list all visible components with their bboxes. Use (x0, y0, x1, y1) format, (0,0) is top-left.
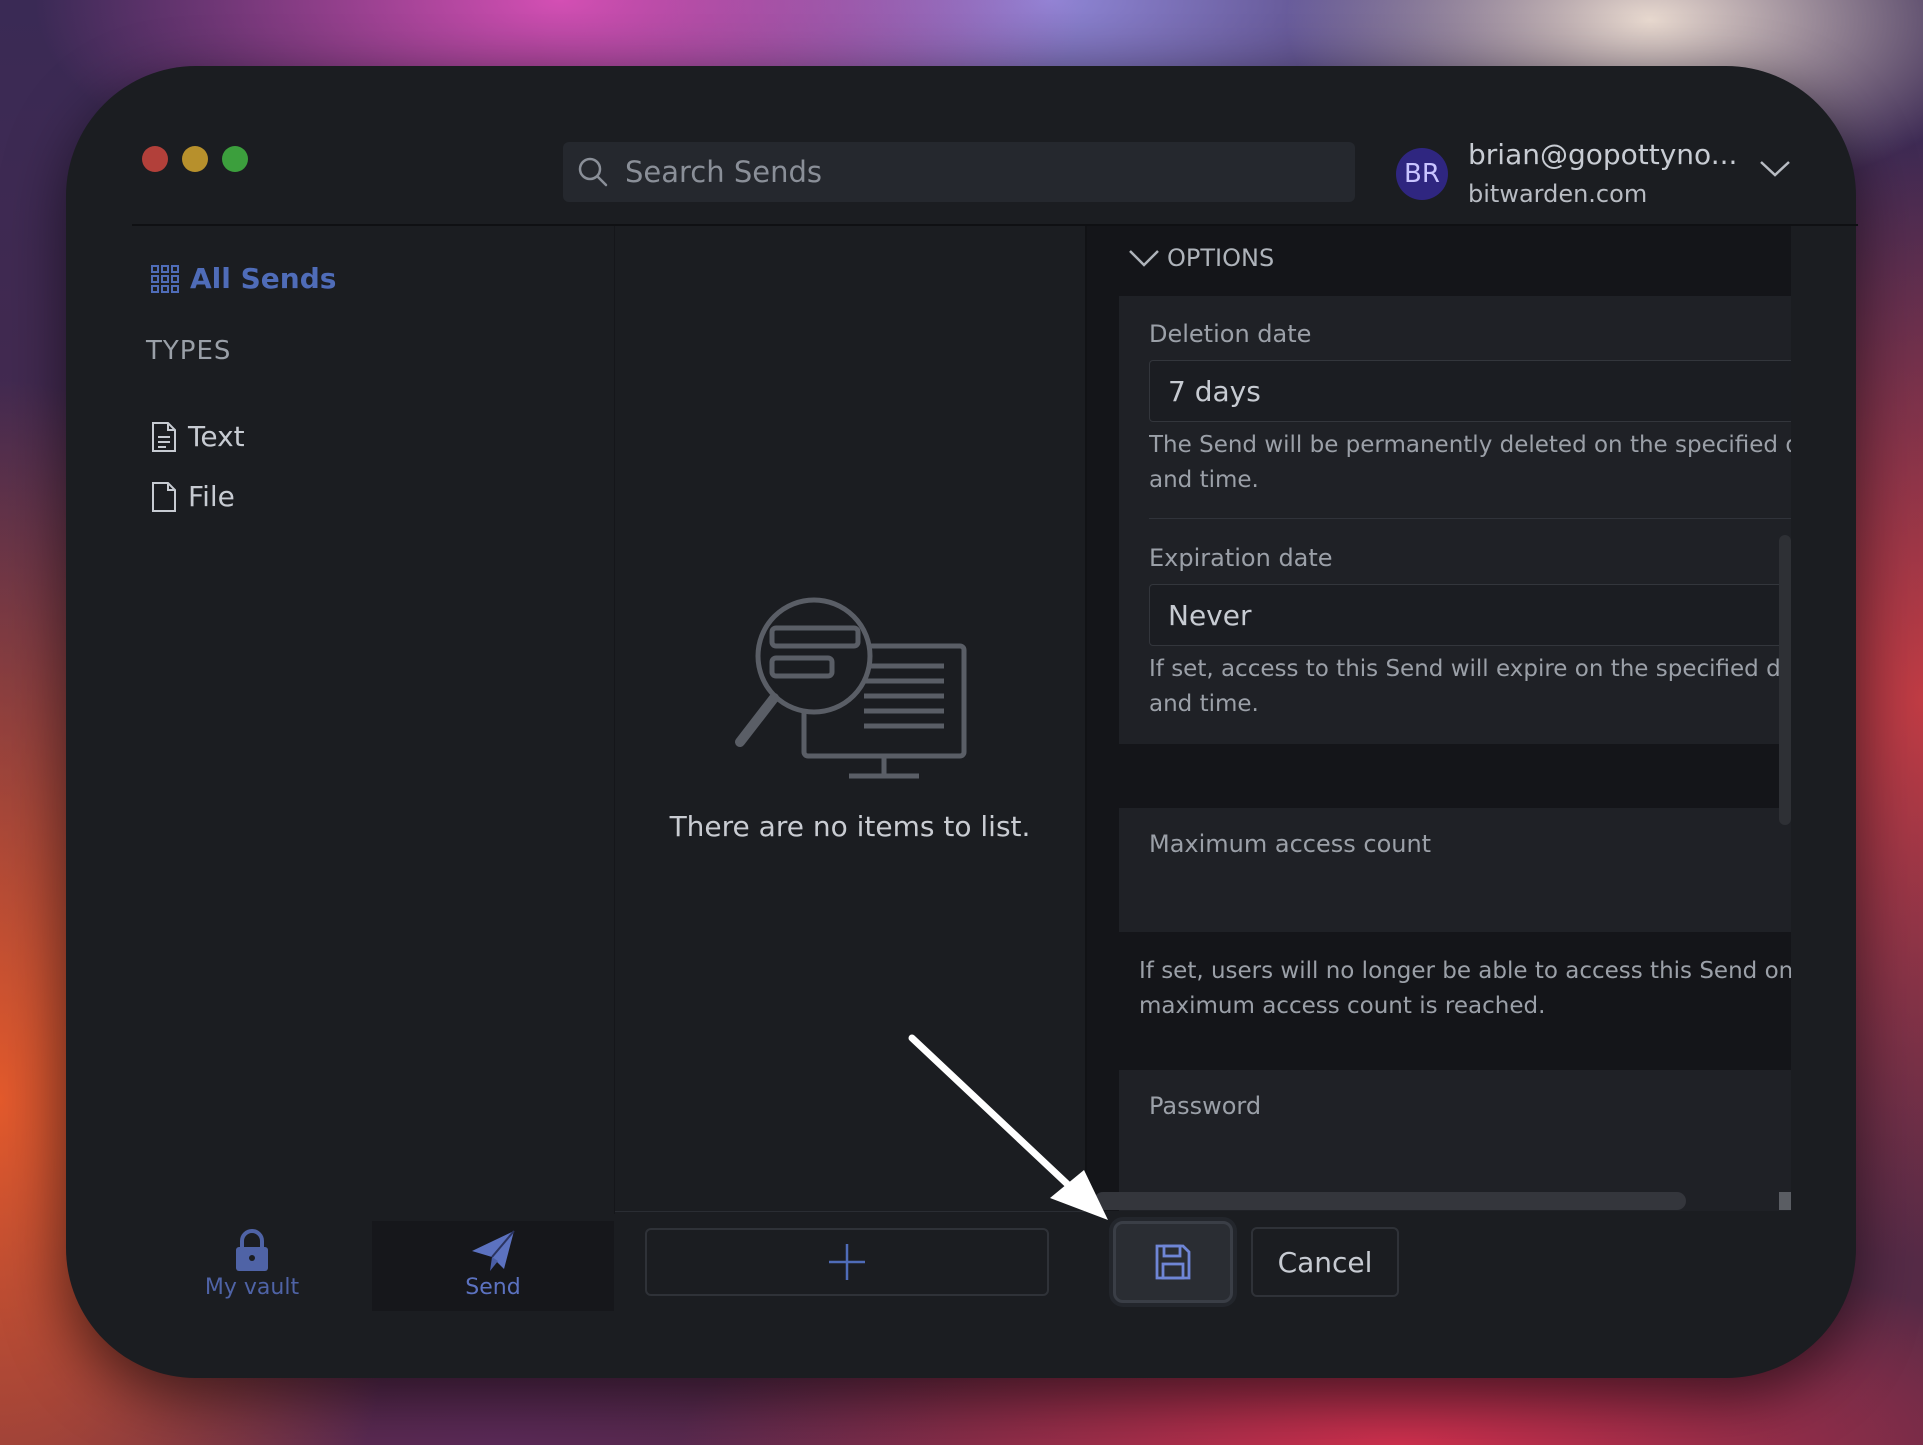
deletion-date-select[interactable]: 7 days (1149, 360, 1791, 422)
save-button[interactable] (1113, 1221, 1233, 1303)
nav-send[interactable]: Send (372, 1221, 614, 1311)
options-toggle[interactable]: OPTIONS (1127, 244, 1274, 272)
expiration-date-label: Expiration date (1149, 544, 1333, 572)
close-window-button[interactable] (142, 146, 168, 172)
annotation-arrow-icon (908, 1034, 1108, 1220)
types-heading: TYPES (146, 336, 232, 366)
scrollbar-corner (1779, 1192, 1791, 1210)
sidebar-item-text[interactable]: Text (150, 420, 245, 453)
plus-icon (829, 1244, 865, 1280)
send-detail-pane: OPTIONS Deletion date 7 days The Send wi… (1087, 226, 1791, 1211)
sidebar-item-all-sends[interactable]: All Sends (150, 262, 336, 295)
bottom-nav: My vault Send (132, 1221, 614, 1311)
expiration-date-value: Never (1168, 598, 1252, 632)
file-icon (152, 481, 176, 512)
expiration-date-select[interactable]: Never (1149, 584, 1791, 646)
deletion-date-value: 7 days (1168, 374, 1261, 408)
account-email: brian@gopottyno... (1468, 138, 1738, 171)
add-send-button[interactable] (645, 1228, 1049, 1296)
minimize-window-button[interactable] (182, 146, 208, 172)
account-switcher[interactable]: BR brian@gopottyno... bitwarden.com (1396, 136, 1806, 216)
nav-label: Send (465, 1275, 521, 1300)
account-host: bitwarden.com (1468, 180, 1648, 208)
expiration-date-help: If set, access to this Send will expire … (1149, 656, 1791, 682)
grid-icon (151, 264, 179, 293)
card-divider (1149, 518, 1791, 519)
deletion-date-help-line2: and time. (1149, 467, 1259, 493)
text-file-icon (152, 421, 176, 452)
search-input[interactable] (623, 154, 1307, 190)
sidebar-item-label: File (188, 480, 235, 513)
expiration-date-help-line2: and time. (1149, 691, 1259, 717)
paper-plane-icon (472, 1230, 515, 1271)
avatar: BR (1396, 148, 1448, 200)
no-items-illustration-icon (735, 597, 967, 779)
sidebar-item-label: All Sends (190, 262, 337, 295)
save-icon (1155, 1244, 1191, 1280)
max-access-help-line2: maximum access count is reached. (1139, 993, 1546, 1019)
empty-list-message: There are no items to list. (669, 810, 1031, 843)
vertical-scrollbar[interactable] (1779, 535, 1791, 825)
max-access-help: If set, users will no longer be able to … (1139, 958, 1791, 984)
deletion-date-help: The Send will be permanently deleted on … (1149, 432, 1791, 458)
maximize-window-button[interactable] (222, 146, 248, 172)
sidebar: All Sends TYPES Text File (132, 226, 615, 1214)
nav-label: My vault (204, 1275, 300, 1300)
chevron-down-icon (1129, 250, 1159, 267)
sidebar-item-file[interactable]: File (150, 480, 235, 513)
password-card[interactable]: Password (1119, 1070, 1791, 1211)
horizontal-scrollbar[interactable] (1094, 1192, 1686, 1210)
search-icon (578, 157, 608, 187)
search-bar[interactable] (563, 142, 1355, 202)
deletion-date-label: Deletion date (1149, 320, 1312, 348)
dates-card: Deletion date 7 days The Send will be pe… (1119, 296, 1791, 744)
cancel-button[interactable]: Cancel (1251, 1227, 1399, 1297)
detail-toolbar: Cancel (1087, 1211, 1791, 1309)
password-label: Password (1149, 1092, 1262, 1120)
chevron-down-icon[interactable] (1758, 158, 1792, 178)
nav-my-vault[interactable]: My vault (132, 1221, 372, 1311)
sidebar-item-label: Text (188, 420, 245, 453)
lock-icon (236, 1229, 268, 1271)
max-access-label: Maximum access count (1149, 830, 1432, 858)
max-access-card[interactable]: Maximum access count (1119, 808, 1791, 932)
options-heading: OPTIONS (1167, 244, 1275, 272)
